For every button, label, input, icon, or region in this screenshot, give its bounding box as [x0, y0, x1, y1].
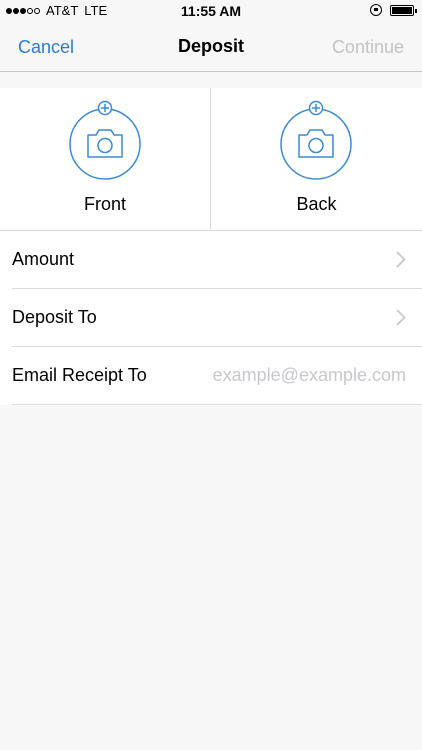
battery-icon	[390, 4, 417, 16]
capture-front-button[interactable]: Front	[0, 88, 211, 230]
deposit-to-row[interactable]: Deposit To	[12, 289, 422, 347]
status-bar: AT&T LTE 11:55 AM	[0, 0, 422, 24]
camera-add-icon	[280, 100, 352, 180]
amount-row[interactable]: Amount	[12, 231, 422, 289]
rotation-lock-icon	[370, 4, 382, 16]
status-time: 11:55 AM	[180, 3, 242, 19]
status-right	[370, 4, 417, 16]
chevron-right-icon	[396, 309, 406, 326]
continue-button[interactable]: Continue	[332, 37, 404, 58]
capture-front-label: Front	[83, 194, 126, 214]
camera-add-icon	[69, 100, 141, 180]
capture-back-button[interactable]: Back	[211, 88, 422, 230]
cancel-button[interactable]: Cancel	[18, 37, 74, 58]
chevron-right-icon	[396, 251, 406, 268]
amount-label: Amount	[12, 249, 75, 269]
email-receipt-label: Email Receipt To	[12, 365, 147, 385]
email-receipt-row: Email Receipt To	[12, 347, 422, 405]
capture-back-label: Back	[296, 194, 337, 214]
check-capture-section: Front Back	[0, 88, 422, 231]
deposit-to-label: Deposit To	[12, 307, 97, 327]
email-receipt-input[interactable]	[191, 361, 406, 389]
deposit-form: Amount Deposit To Email Receipt To	[0, 231, 422, 405]
navigation-bar: Cancel Deposit Continue	[0, 24, 422, 72]
